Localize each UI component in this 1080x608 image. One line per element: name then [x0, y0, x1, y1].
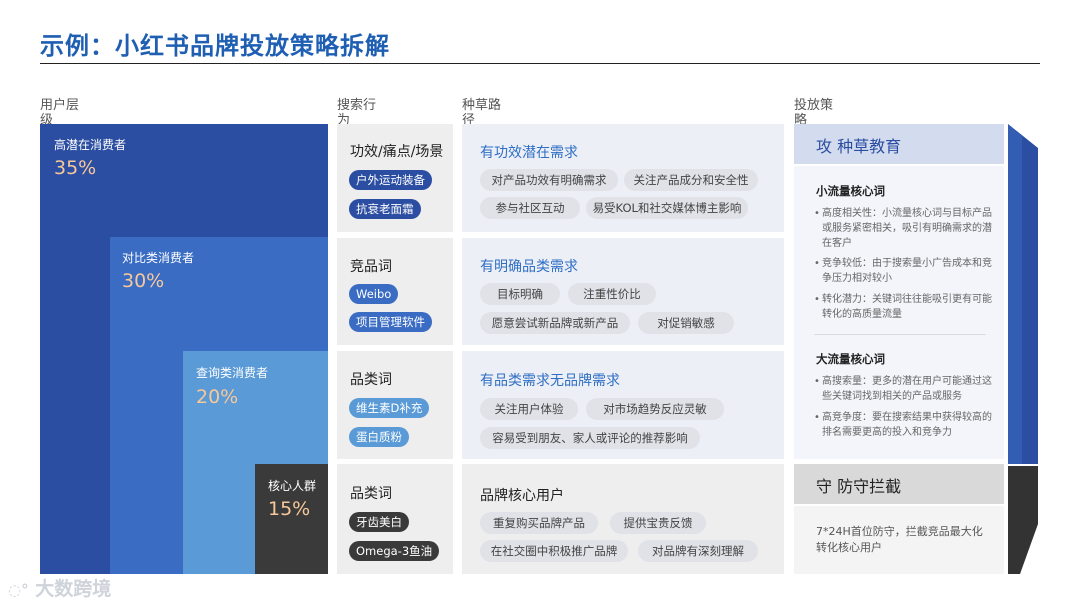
trait-pill: 容易受到朋友、家人或评论的推荐影响: [480, 427, 700, 449]
keyword-tag[interactable]: 牙齿美白: [349, 512, 409, 532]
attack-header: 攻 种草教育: [794, 124, 1004, 164]
attack-title: 攻 种草教育: [816, 137, 902, 156]
tier-core: 核心人群 15%: [255, 464, 328, 574]
attack-body: 小流量核心词 高度相关性：小流量核心词与目标产品或服务紧密相关，吸引有明确需求的…: [794, 166, 1004, 459]
trait-pill: 愿意尝试新品牌或新产品: [480, 312, 630, 334]
keyword-tag[interactable]: Omega-3鱼油: [349, 541, 440, 561]
watermark-logo: ◌° 大数跨境: [8, 574, 111, 601]
search-title: 品类词: [350, 486, 392, 502]
defend-arrow: [1008, 466, 1038, 574]
page-title: 示例：小红书品牌投放策略拆解: [40, 32, 390, 60]
defend-body: 7*24H首位防守，拦截竞品最大化转化核心用户: [794, 506, 1004, 574]
defend-title: 守 防守拦截: [816, 477, 902, 496]
defend-text: 7*24H首位防守，拦截竞品最大化转化核心用户: [816, 525, 983, 554]
path-cell-core: 品牌核心用户 重复购买品牌产品 提供宝贵反馈 在社交圈中积极推广品牌 对品牌有深…: [462, 464, 784, 574]
path-cell-no-brand: 有品类需求无品牌需求 关注用户体验 对市场趋势反应灵敏 容易受到朋友、家人或评论…: [462, 351, 784, 459]
arrow-shade: [1008, 124, 1022, 464]
search-cell-competitor: 竞品词 Weibo 项目管理软件: [337, 238, 453, 345]
path-title: 品牌核心用户: [480, 488, 564, 504]
bullet-text: 高竞争度：要在搜索结果中获得较高的排名需要更高的投入和竞争力: [814, 410, 994, 440]
search-title: 功效/痛点/场景: [350, 144, 444, 160]
keyword-tag[interactable]: 蛋白质粉: [349, 427, 409, 447]
trait-pill: 对品牌有深刻理解: [638, 540, 758, 562]
path-cell-category-clear: 有明确品类需求 目标明确 注重性价比 愿意尝试新品牌或新产品 对促销敏感: [462, 238, 784, 345]
trait-pill: 重复购买品牌产品: [480, 512, 598, 534]
path-cell-efficacy: 有功效潜在需求 对产品功效有明确需求 关注产品成分和安全性 参与社区互动 易受K…: [462, 124, 784, 232]
tier-label: 高潜在消费者: [54, 138, 127, 152]
tier-percent: 30%: [122, 270, 165, 292]
tier-label: 核心人群: [268, 479, 317, 493]
trait-pill: 易受KOL和社交媒体博主影响: [586, 197, 748, 219]
trait-pill: 注重性价比: [568, 283, 656, 305]
search-cell-category: 品类词 维生素D补充 蛋白质粉: [337, 351, 453, 459]
title-divider: [40, 63, 1040, 64]
section-divider: [814, 334, 986, 335]
bullet-text: 转化潜力：关键词往往能吸引更有可能转化的高质量流量: [814, 292, 994, 322]
bullet-text: 高度相关性：小流量核心词与目标产品或服务紧密相关，吸引有明确需求的潜在客户: [814, 206, 994, 251]
strategy-arrow: [1008, 124, 1038, 574]
trait-pill: 目标明确: [480, 283, 560, 305]
keyword-tag[interactable]: 户外运动装备: [349, 170, 432, 190]
tier-label: 对比类消费者: [122, 251, 195, 265]
search-title: 竞品词: [350, 259, 392, 275]
trait-pill: 对促销敏感: [638, 312, 734, 334]
search-cell-category-core: 品类词 牙齿美白 Omega-3鱼油: [337, 464, 453, 574]
watermark-icon: ◌°: [8, 581, 29, 599]
keyword-tag[interactable]: 抗衰老面霜: [349, 199, 421, 219]
search-cell-efficacy: 功效/痛点/场景 户外运动装备 抗衰老面霜: [337, 124, 453, 232]
small-traffic-title: 小流量核心词: [816, 184, 885, 198]
trait-pill: 关注产品成分和安全性: [624, 169, 758, 191]
path-title: 有功效潜在需求: [480, 145, 578, 161]
keyword-tag[interactable]: 维生素D补充: [349, 398, 430, 418]
trait-pill: 提供宝贵反馈: [610, 512, 706, 534]
defend-header: 守 防守拦截: [794, 464, 1004, 504]
bullet-text: 高搜索量：更多的潜在用户可能通过这些关键词找到相关的产品或服务: [814, 374, 994, 404]
tier-percent: 35%: [54, 157, 97, 179]
keyword-tag[interactable]: 项目管理软件: [349, 312, 432, 332]
trait-pill: 对产品功效有明确需求: [480, 169, 618, 191]
trait-pill: 参与社区互动: [480, 197, 580, 219]
bullet-text: 竞争较低：由于搜索量小广告成本和竞争压力相对较小: [814, 256, 994, 286]
tier-percent: 20%: [196, 386, 239, 408]
trait-pill: 在社交圈中积极推广品牌: [480, 540, 628, 562]
search-title: 品类词: [350, 372, 392, 388]
large-traffic-title: 大流量核心词: [816, 352, 885, 366]
keyword-tag[interactable]: Weibo: [349, 284, 399, 304]
path-title: 有明确品类需求: [480, 259, 578, 275]
trait-pill: 关注用户体验: [480, 398, 578, 420]
trait-pill: 对市场趋势反应灵敏: [586, 398, 724, 420]
tier-label: 查询类消费者: [196, 366, 269, 380]
watermark-text: 大数跨境: [35, 578, 112, 600]
path-title: 有品类需求无品牌需求: [480, 373, 620, 389]
tier-percent: 15%: [268, 498, 311, 520]
